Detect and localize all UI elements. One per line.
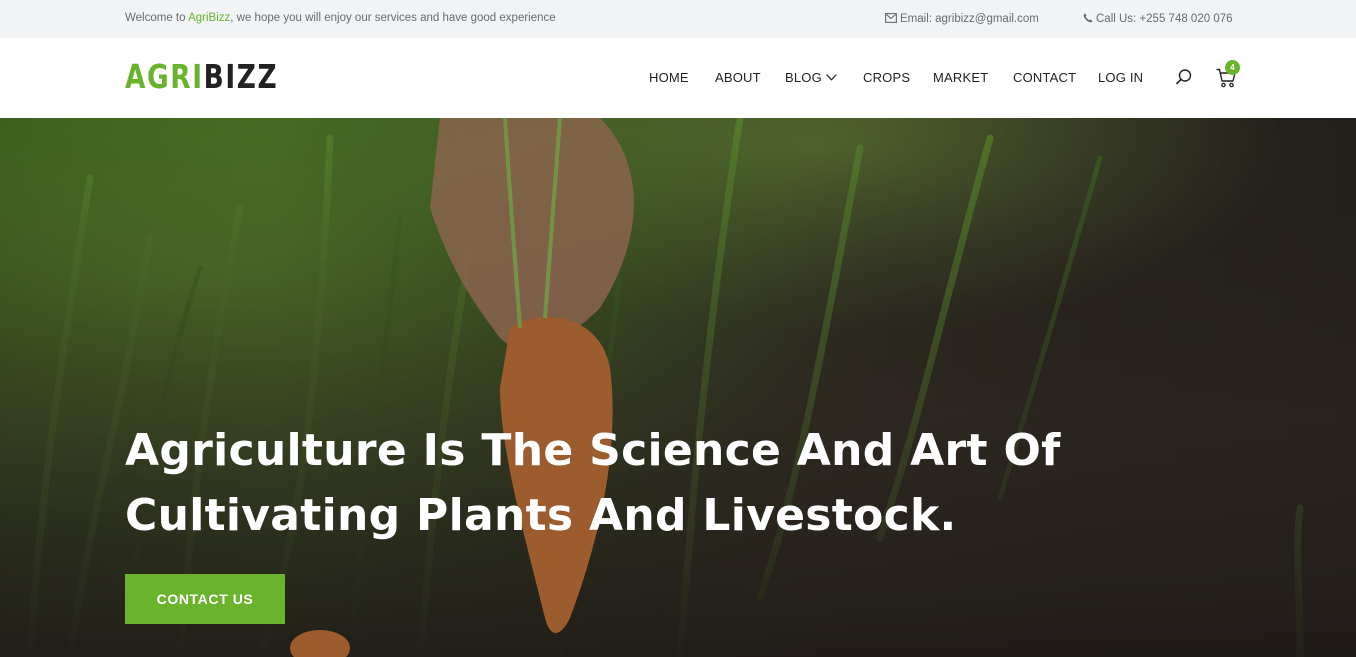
nav-blog[interactable]: BLOG: [785, 71, 837, 85]
search-icon[interactable]: [1175, 68, 1193, 86]
hero-headline-line2: Cultivating Plants And Livestock.: [125, 490, 957, 541]
phone-text: Call Us: +255 748 020 076: [1096, 13, 1233, 25]
logo-part-agri: AGRI: [125, 57, 204, 96]
contact-email[interactable]: Email: agribizz@gmail.com: [885, 13, 1039, 25]
nav-blog-label: BLOG: [785, 70, 822, 85]
logo-part-bizz: BIZZ: [203, 57, 279, 96]
welcome-message: Welcome to AgriBizz, we hope you will en…: [125, 12, 556, 24]
nav-home[interactable]: HOME: [649, 71, 689, 85]
email-text: Email: agribizz@gmail.com: [900, 13, 1039, 25]
site-logo[interactable]: AGRIBIZZ: [125, 57, 278, 97]
nav-crops[interactable]: CROPS: [863, 71, 910, 85]
welcome-suffix: , we hope you will enjoy our services an…: [230, 12, 556, 24]
chevron-down-icon: [826, 74, 837, 81]
site-header: AGRIBIZZ HOME ABOUT BLOG CROPS MARKET CO…: [0, 38, 1356, 118]
nav-login[interactable]: LOG IN: [1098, 71, 1143, 85]
welcome-prefix: Welcome to: [125, 12, 189, 24]
phone-icon: [1083, 13, 1093, 23]
cart-count-badge: 4: [1225, 60, 1240, 75]
hero-headline-line1: Agriculture Is The Science And Art Of: [125, 425, 1061, 476]
nav-contact[interactable]: CONTACT: [1013, 71, 1076, 85]
top-info-bar: Welcome to AgriBizz, we hope you will en…: [0, 0, 1356, 38]
nav-market[interactable]: MARKET: [933, 71, 988, 85]
hero-banner: Agriculture Is The Science And Art Of Cu…: [0, 118, 1356, 657]
nav-about[interactable]: ABOUT: [715, 71, 761, 85]
contact-us-button[interactable]: CONTACT US: [125, 574, 285, 624]
hero-headline: Agriculture Is The Science And Art Of Cu…: [125, 418, 1105, 548]
envelope-icon: [885, 13, 897, 23]
contact-phone[interactable]: Call Us: +255 748 020 076: [1083, 13, 1233, 25]
welcome-brand-link[interactable]: AgriBizz: [188, 12, 230, 24]
